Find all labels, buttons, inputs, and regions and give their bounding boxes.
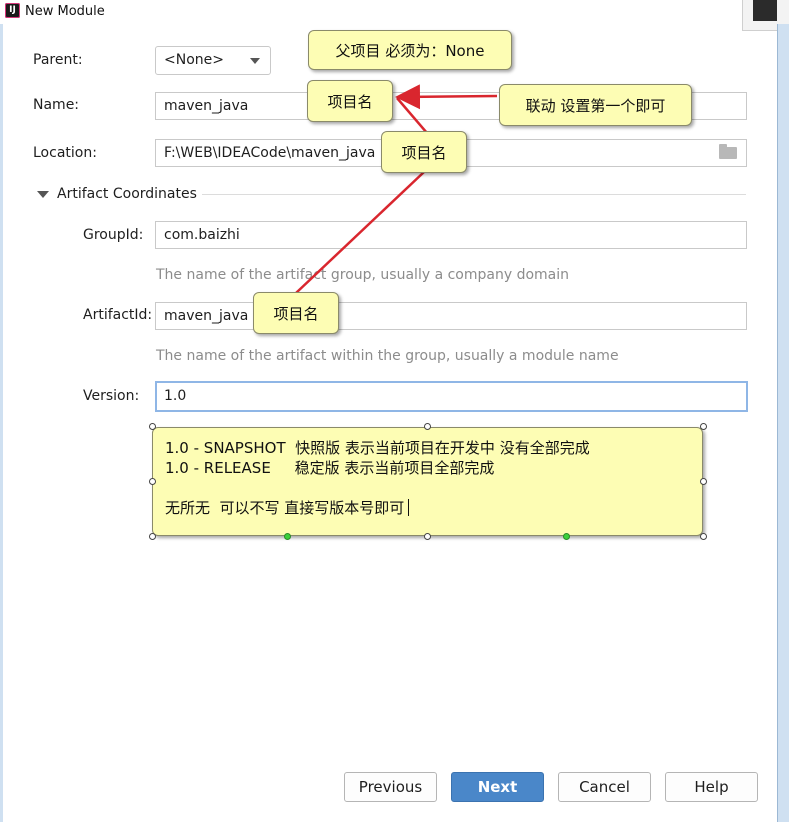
note-name-text: 项目名 [327, 92, 373, 111]
resize-handle[interactable] [424, 533, 431, 540]
previous-button[interactable]: Previous [344, 772, 437, 802]
resize-handle[interactable] [149, 423, 156, 430]
resize-handle[interactable] [424, 423, 431, 430]
version-label: Version: [83, 388, 140, 404]
groupid-label: GroupId: [83, 227, 144, 243]
note-parent-text: 父项目 必须为：None [335, 41, 485, 60]
chevron-down-icon[interactable] [250, 58, 260, 64]
resize-handle[interactable] [700, 478, 707, 485]
resize-handle[interactable] [149, 533, 156, 540]
groupid-field[interactable]: com.baizhi [155, 221, 747, 249]
next-button[interactable]: Next [451, 772, 544, 802]
note-version-line [165, 478, 690, 498]
help-button[interactable]: Help [665, 772, 758, 802]
note-linkage[interactable]: 联动 设置第一个即可 [499, 84, 692, 126]
text-cursor [408, 499, 410, 516]
artifactid-hint: The name of the artifact within the grou… [156, 348, 619, 364]
section-divider [202, 194, 746, 195]
note-location[interactable]: 项目名 [381, 131, 467, 173]
window-frame-left [0, 24, 3, 822]
note-version-line: 1.0 - SNAPSHOT 快照版 表示当前项目在开发中 没有全部完成 [165, 439, 590, 457]
section-title-artifact-coordinates[interactable]: Artifact Coordinates [57, 186, 197, 202]
resize-handle[interactable] [700, 533, 707, 540]
title-bar: IJ New Module [0, 0, 740, 24]
artifactid-field[interactable]: maven_java [155, 302, 747, 330]
note-version-line: 1.0 - RELEASE 稳定版 表示当前项目全部完成 [165, 459, 495, 477]
note-version-line-wrap: 无所无 可以不写 直接写版本号即可 [165, 498, 690, 518]
note-artifact-text: 项目名 [273, 304, 319, 323]
window-title: New Module [25, 4, 105, 19]
note-location-text: 项目名 [401, 143, 447, 162]
cancel-button[interactable]: Cancel [558, 772, 651, 802]
name-label: Name: [33, 97, 80, 113]
resize-handle[interactable] [149, 478, 156, 485]
window-frame-right[interactable] [778, 24, 789, 822]
groupid-hint: The name of the artifact group, usually … [156, 267, 569, 283]
folder-icon[interactable] [719, 144, 737, 159]
control-point-handle[interactable] [284, 533, 291, 540]
note-parent[interactable]: 父项目 必须为：None [308, 30, 512, 70]
resize-handle[interactable] [700, 423, 707, 430]
dark-square-icon [753, 0, 777, 21]
note-version-line: 无所无 可以不写 直接写版本号即可 [165, 499, 405, 517]
note-artifact[interactable]: 项目名 [253, 292, 339, 334]
note-version[interactable]: 1.0 - SNAPSHOT 快照版 表示当前项目在开发中 没有全部完成 1.0… [152, 427, 703, 536]
location-label: Location: [33, 145, 97, 161]
intellij-icon: IJ [5, 3, 20, 18]
version-field[interactable]: 1.0 [155, 381, 748, 412]
parent-select-value: <None> [164, 52, 224, 68]
collapse-triangle-icon[interactable] [37, 191, 49, 198]
note-linkage-text: 联动 设置第一个即可 [525, 96, 666, 115]
artifactid-label: ArtifactId: [83, 307, 153, 323]
parent-label: Parent: [33, 52, 83, 68]
parent-select[interactable]: <None> [155, 46, 271, 75]
control-point-handle[interactable] [563, 533, 570, 540]
note-name[interactable]: 项目名 [307, 80, 393, 122]
